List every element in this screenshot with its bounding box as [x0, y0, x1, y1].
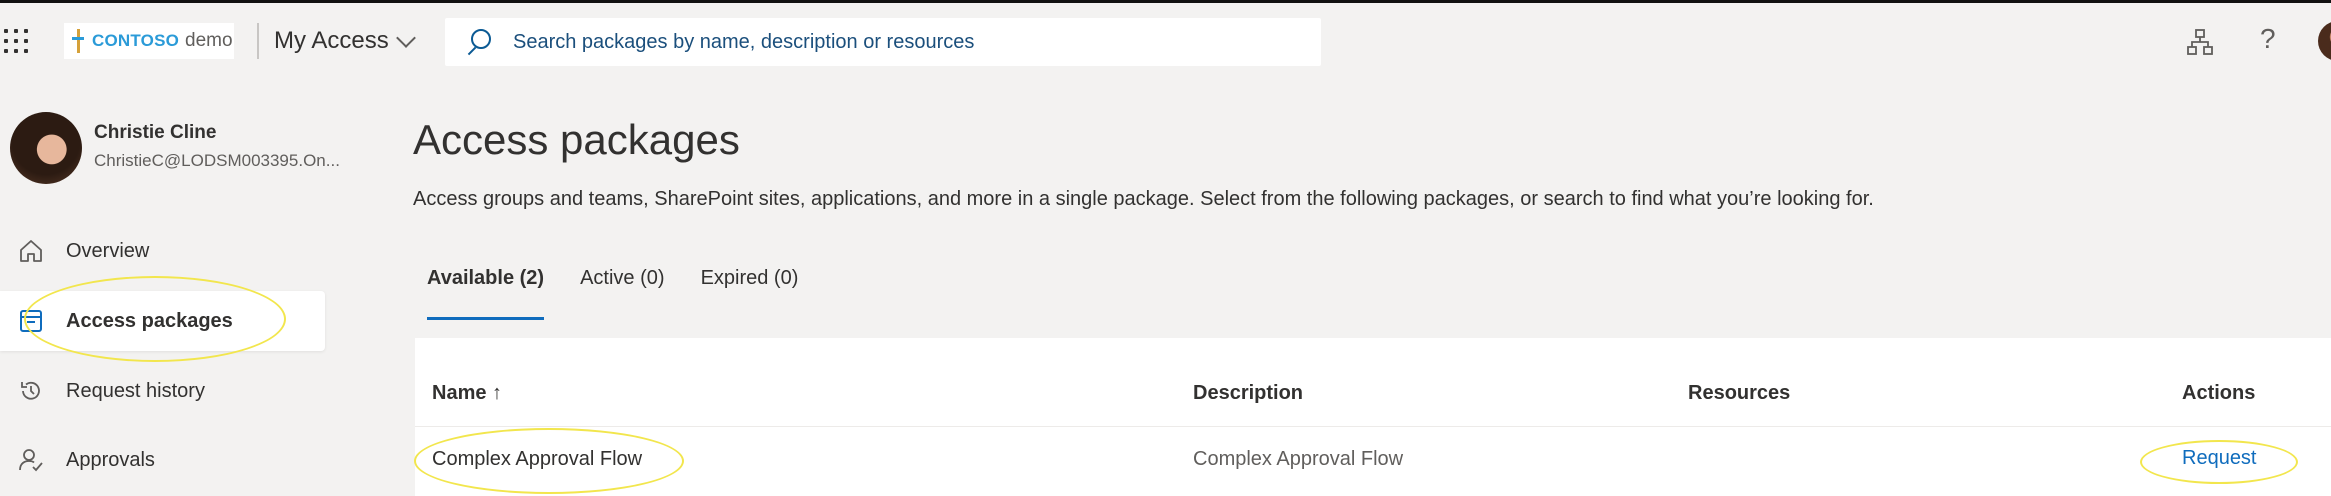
help-icon[interactable]: ?: [2260, 23, 2276, 55]
logo-mark-icon: [72, 29, 84, 53]
packages-table: [415, 338, 2331, 496]
logo-brand: CONTOSO: [92, 31, 180, 50]
page-description: Access groups and teams, SharePoint site…: [413, 188, 1874, 210]
waffle-icon[interactable]: [4, 29, 28, 53]
tab-available[interactable]: Available (2): [413, 262, 558, 320]
tab-expired[interactable]: Expired (0): [687, 262, 813, 320]
sidebar-item-label: Approvals: [66, 448, 155, 471]
package-description: Complex Approval Flow: [1193, 448, 1404, 470]
profile-name: Christie Cline: [94, 122, 217, 143]
hierarchy-icon[interactable]: [2186, 29, 2214, 55]
package-name[interactable]: Complex Approval Flow: [432, 448, 642, 471]
request-button[interactable]: Request: [2182, 447, 2257, 470]
header-divider: [257, 23, 259, 59]
sidebar-item-access-packages[interactable]: Access packages: [0, 291, 325, 351]
column-header-actions: Actions: [2182, 382, 2256, 404]
home-icon: [20, 240, 42, 262]
sidebar-item-label: Overview: [66, 239, 150, 262]
sidebar-item-label: Access packages: [66, 309, 233, 332]
search-box[interactable]: Search packages by name, description or …: [445, 18, 1321, 66]
column-header-name[interactable]: Name ↑: [432, 382, 502, 405]
sidebar: Christie Cline ChristieC@LODSM003395.On.…: [0, 76, 340, 496]
contoso-logo[interactable]: CONTOSO demo: [64, 23, 234, 59]
tab-list: Available (2) Active (0) Expired (0): [413, 262, 820, 320]
approvals-icon: [19, 449, 43, 472]
search-icon: [465, 29, 491, 55]
profile-avatar: [10, 112, 82, 184]
column-header-resources[interactable]: Resources: [1688, 382, 1790, 405]
profile-email: ChristieC@LODSM003395.On...: [94, 151, 340, 170]
tab-active[interactable]: Active (0): [566, 262, 678, 320]
sidebar-item-request-history[interactable]: Request history: [0, 361, 325, 421]
table-divider: [415, 426, 2331, 427]
sidebar-item-label: Request history: [66, 379, 205, 402]
sidebar-item-approvals[interactable]: Approvals: [0, 430, 325, 490]
page-title: Access packages: [413, 116, 740, 163]
top-bar: CONTOSO demo My Access Search packages b…: [0, 0, 2331, 76]
sidebar-item-overview[interactable]: Overview: [0, 221, 325, 281]
package-icon: [20, 310, 42, 332]
history-icon: [21, 381, 40, 400]
chevron-down-icon: [395, 28, 416, 48]
logo-suffix: demo: [185, 30, 233, 51]
app-switcher[interactable]: My Access: [274, 27, 416, 55]
account-avatar[interactable]: [2318, 21, 2331, 61]
app-title: My Access: [274, 27, 389, 54]
search-input[interactable]: Search packages by name, description or …: [513, 31, 974, 54]
column-header-description[interactable]: Description: [1193, 382, 1303, 405]
